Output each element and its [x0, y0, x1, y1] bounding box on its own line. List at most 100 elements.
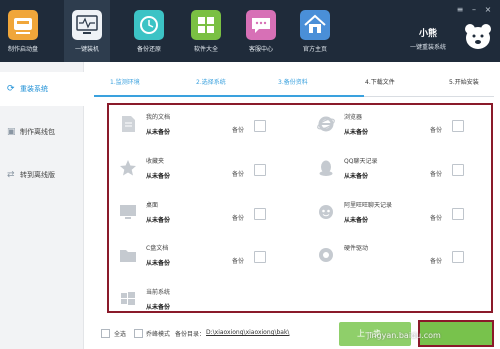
windows-icon: [119, 290, 137, 308]
tool-label: 备份还原: [136, 46, 161, 53]
step-3: 3.备份资料: [278, 79, 308, 86]
backup-item-name: 当前系统: [146, 289, 171, 296]
backup-item-status: 从未备份: [146, 217, 171, 224]
backup-item-name: 我的文档: [146, 114, 171, 121]
step-2: 2.选择系统: [196, 79, 226, 86]
backup-checkbox[interactable]: [254, 251, 266, 263]
backup-dir-label: 备份目录：: [175, 331, 206, 338]
tool-software[interactable]: 软件大全: [183, 0, 229, 62]
tool-label: 软件大全: [193, 46, 218, 53]
title-bar: 制作启动盘 一键装机 备份还原 软件大全 客服中心 官方主页 ≡ – × 小熊 …: [0, 0, 500, 62]
backup-checkbox[interactable]: [452, 251, 464, 263]
backup-checkbox[interactable]: [452, 120, 464, 132]
backup-item-favorites: 收藏夹 从未备份 备份: [111, 155, 301, 195]
driver-icon: [317, 246, 335, 264]
tool-homepage[interactable]: 官方主页: [292, 0, 338, 62]
backup-item-status: 从未备份: [344, 173, 369, 180]
select-all-label: 全选: [114, 331, 127, 338]
backup-item-status: 从未备份: [146, 304, 171, 311]
backup-item-qq-chat: QQ聊天记录 从未备份 备份: [309, 155, 499, 195]
monitor-icon: [119, 203, 137, 221]
tool-reinstall[interactable]: 一键装机: [64, 0, 110, 62]
backup-dir-path-link[interactable]: D:\xiaoxiong\xiaoxiong\bak\: [206, 329, 289, 336]
backup-item-name: 收藏夹: [146, 158, 165, 165]
document-icon: [119, 115, 137, 133]
sidebar-item-offline-package[interactable]: ▣ 制作离线包: [0, 115, 84, 149]
wangwang-icon: [317, 203, 335, 221]
backup-checkbox[interactable]: [254, 208, 266, 220]
backup-label: 备份: [232, 258, 245, 265]
backup-item-name: 硬件驱动: [344, 245, 369, 252]
backup-checkbox[interactable]: [254, 164, 266, 176]
backup-item-name: QQ聊天记录: [344, 158, 378, 165]
watermark-text: jingyan.baidu.com: [367, 331, 441, 340]
backup-item-name: C盘文档: [146, 245, 169, 252]
backup-checkbox[interactable]: [452, 164, 464, 176]
brand-tagline: 一键重装系统: [409, 44, 446, 51]
backup-label: 备份: [232, 171, 245, 178]
backup-checkbox[interactable]: [254, 120, 266, 132]
step-indicator: 1.监测环境 2.选择系统 3.备份资料 4.下载文件 5.开始安装: [84, 74, 500, 92]
folder-icon: [119, 246, 137, 264]
backup-checkbox[interactable]: [452, 208, 464, 220]
step-5: 5.开始安装: [449, 79, 479, 86]
refresh-icon: ⟳: [7, 84, 15, 94]
tool-label: 客服中心: [248, 46, 273, 53]
star-icon: [119, 159, 137, 177]
fast-mode-label: 乔峰模式: [146, 331, 171, 338]
sidebar: ⟳ 重装系统 ▣ 制作离线包 ⇄ 转到离线版: [0, 62, 84, 349]
backup-item-status: 从未备份: [344, 129, 369, 136]
tool-service[interactable]: 客服中心: [238, 0, 284, 62]
backup-item-browser: 浏览器 从未备份 备份: [309, 111, 499, 151]
tool-label: 制作启动盘: [7, 46, 38, 53]
tool-label: 一键装机: [74, 46, 99, 53]
tool-usb-boot[interactable]: 制作启动盘: [0, 0, 46, 62]
backup-item-name: 桌面: [146, 202, 159, 209]
backup-item-status: 从未备份: [146, 129, 171, 136]
brand-name: 小熊: [418, 29, 437, 39]
tool-label: 官方主页: [302, 46, 327, 53]
close-icon[interactable]: ×: [483, 5, 493, 15]
backup-panel: 我的文档 从未备份 备份 浏览器 从未备份 备份 收藏夹 从未备份 备份 QQ聊…: [107, 103, 493, 313]
backup-label: 备份: [232, 215, 245, 222]
sidebar-item-reinstall[interactable]: ⟳ 重装系统: [0, 72, 84, 106]
backup-item-name: 阿里旺旺聊天记录: [344, 202, 393, 209]
qq-icon: [317, 159, 335, 177]
backup-label: 备份: [430, 258, 443, 265]
restore-icon: [134, 10, 164, 40]
backup-item-wangwang-chat: 阿里旺旺聊天记录 从未备份 备份: [309, 199, 499, 239]
backup-item-status: 从未备份: [344, 217, 369, 224]
apps-grid-icon: [191, 10, 221, 40]
select-all-checkbox[interactable]: [101, 329, 110, 338]
sidebar-item-label: 重装系统: [20, 85, 48, 93]
minimize-icon[interactable]: –: [469, 5, 479, 15]
backup-item-c-drive-documents: C盘文档 从未备份 备份: [111, 242, 301, 282]
brand: 小熊 一键重装系统: [396, 26, 460, 51]
sidebar-item-label: 制作离线包: [20, 128, 55, 136]
step-4: 4.下载文件: [365, 79, 395, 86]
tool-backup-restore[interactable]: 备份还原: [126, 0, 172, 62]
step-1: 1.监测环境: [110, 79, 140, 86]
package-icon: ▣: [7, 127, 16, 137]
backup-label: 备份: [430, 127, 443, 134]
sidebar-item-label: 转到离线版: [20, 171, 55, 179]
sidebar-item-offline-version[interactable]: ⇄ 转到离线版: [0, 158, 84, 192]
backup-label: 备份: [232, 127, 245, 134]
backup-label: 备份: [430, 171, 443, 178]
monitor-pulse-icon: [72, 10, 102, 40]
step-progress-bar: [94, 95, 364, 97]
backup-item-status: 从未备份: [146, 260, 171, 267]
backup-item-my-documents: 我的文档 从未备份 备份: [111, 111, 301, 151]
chat-bubble-icon: [246, 10, 276, 40]
ie-icon: [317, 115, 335, 133]
backup-label: 备份: [430, 215, 443, 222]
backup-item-status: 从未备份: [146, 173, 171, 180]
backup-item-desktop: 桌面 从未备份 备份: [111, 199, 301, 239]
menu-icon[interactable]: ≡: [455, 5, 465, 15]
bear-logo-icon: [463, 20, 493, 52]
home-icon: [300, 10, 330, 40]
backup-item-hardware-drivers: 硬件驱动 备份: [309, 242, 499, 282]
switch-icon: ⇄: [7, 170, 15, 180]
fast-mode-checkbox[interactable]: [134, 329, 143, 338]
backup-item-name: 浏览器: [344, 114, 363, 121]
